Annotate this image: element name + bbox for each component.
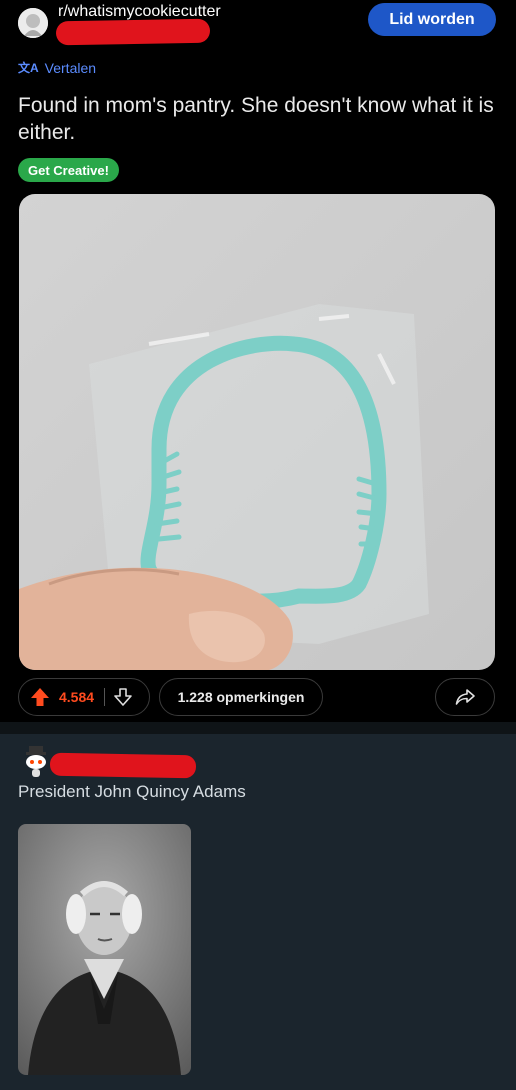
- upvote-icon[interactable]: [29, 686, 51, 708]
- post-flair[interactable]: Get Creative!: [18, 158, 119, 182]
- vote-divider: [104, 688, 106, 706]
- comments-button[interactable]: 1.228 opmerkingen: [159, 678, 323, 716]
- post-card: r/whatismycookiecutter Lid worden 文A Ver…: [0, 0, 516, 722]
- section-divider: [0, 722, 516, 734]
- translate-icon: 文A: [18, 61, 39, 75]
- vote-score: 4.584: [59, 689, 95, 705]
- post-title[interactable]: Found in mom's pantry. She doesn't know …: [18, 92, 498, 146]
- post-image[interactable]: [19, 194, 495, 670]
- translate-label: Vertalen: [44, 59, 97, 76]
- subreddit-avatar[interactable]: [18, 8, 48, 38]
- share-icon: [455, 689, 475, 705]
- comment-image[interactable]: [18, 824, 191, 1075]
- comment-text: President John Quincy Adams: [18, 782, 246, 801]
- redaction-mark: [55, 18, 211, 46]
- comment-card: President John Quincy Adams: [0, 734, 516, 1090]
- comments-label: 1.228 opmerkingen: [177, 689, 305, 705]
- commenter-avatar[interactable]: [22, 744, 50, 778]
- downvote-icon[interactable]: [113, 687, 133, 707]
- redaction-mark: [49, 752, 197, 779]
- vote-bar: 4.584: [18, 678, 150, 716]
- join-button[interactable]: Lid worden: [368, 3, 496, 36]
- translate-link[interactable]: 文A Vertalen: [18, 59, 96, 76]
- share-button[interactable]: [435, 678, 495, 716]
